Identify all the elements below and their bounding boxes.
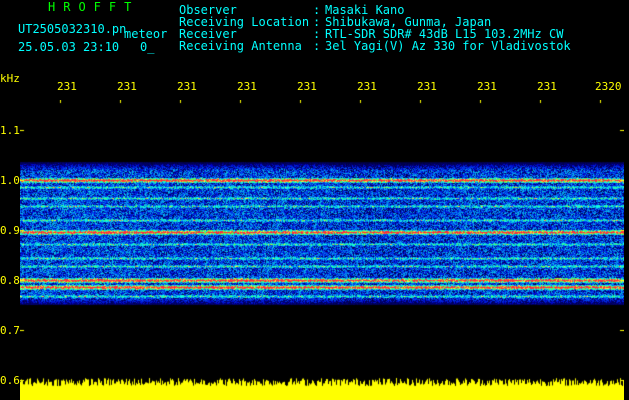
x-tick-label: 231 bbox=[117, 80, 137, 93]
counter: 0_ bbox=[140, 40, 155, 54]
station-info: Observer : Masaki Kano Receiving Locatio… bbox=[179, 4, 571, 52]
file-name: UT2505032310.pn bbox=[18, 22, 127, 36]
y-tick-label: 0.8 bbox=[0, 274, 20, 287]
x-tick-label: 231 bbox=[537, 80, 557, 93]
info-value: 3el Yagi(V) Az 330 for Vladivostok bbox=[325, 39, 571, 53]
x-tick-label: 2320 bbox=[595, 80, 622, 93]
x-tick-label: 231 bbox=[237, 80, 257, 93]
y-tick-label: 0.7 bbox=[0, 324, 20, 337]
y-axis-unit: kHz bbox=[0, 72, 20, 85]
y-tick-label: 0.9 bbox=[0, 224, 20, 237]
info-row-antenna: Receiving Antenna : 3el Yagi(V) Az 330 f… bbox=[179, 40, 571, 52]
info-separator: : bbox=[313, 39, 321, 53]
x-tick-label: 231 bbox=[57, 80, 77, 93]
date-time: 25.05.03 23:10 bbox=[18, 40, 120, 54]
mode-label: meteor bbox=[124, 27, 168, 41]
app-title: HROFFT bbox=[48, 0, 140, 14]
x-tick-label: 231 bbox=[417, 80, 437, 93]
info-label: Receiving Antenna bbox=[179, 39, 302, 53]
x-tick-label: 231 bbox=[357, 80, 377, 93]
spectrogram-canvas bbox=[20, 100, 624, 400]
y-tick-label: 1.0 bbox=[0, 174, 20, 187]
x-tick-label: 231 bbox=[477, 80, 497, 93]
y-tick-label: 1.1 bbox=[0, 124, 20, 137]
x-tick-label: 231 bbox=[297, 80, 317, 93]
x-tick-label: 231 bbox=[177, 80, 197, 93]
y-tick-label: 0.6 bbox=[0, 374, 20, 387]
